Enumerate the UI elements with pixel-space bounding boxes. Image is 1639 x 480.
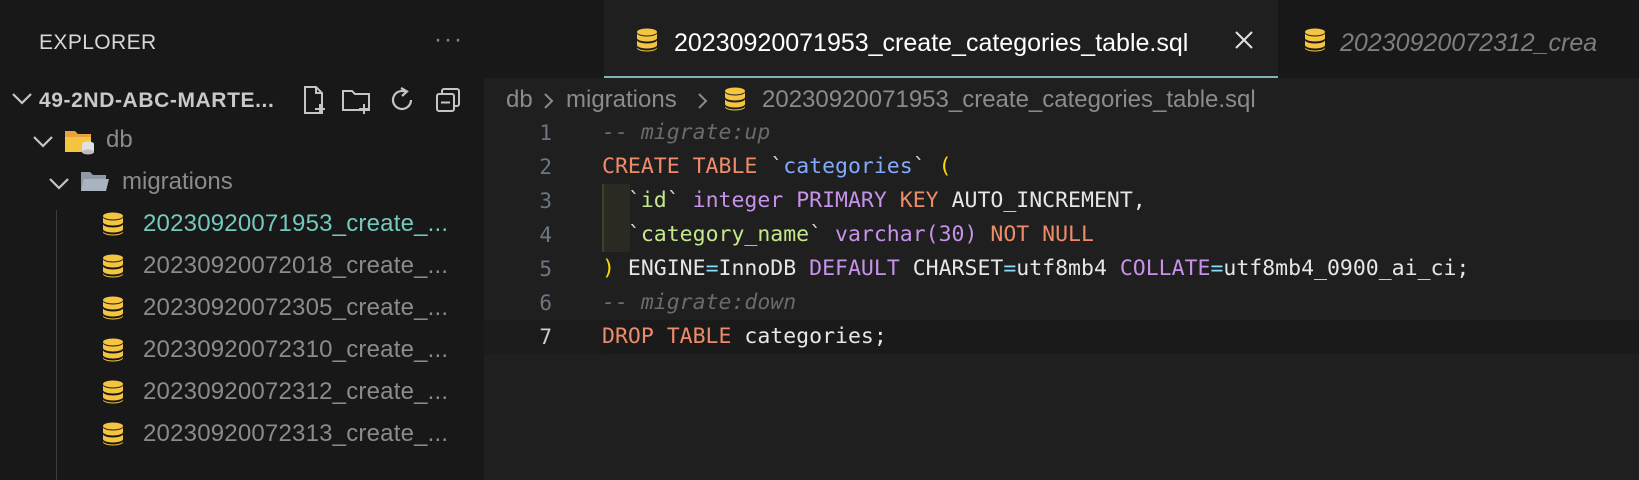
database-icon [103,212,123,236]
chevron-right-icon [544,93,554,109]
chevron-down-icon[interactable] [30,128,56,154]
tree-folder-label: db [106,126,133,153]
database-icon [1305,28,1325,52]
database-icon [103,254,123,278]
code-line[interactable]: 6 -- migrate:down [484,286,1639,320]
code-line[interactable]: 5 ) ENGINE=InnoDB DEFAULT CHARSET=utf8mb… [484,252,1639,286]
file-item[interactable]: 20230920072313_create_... [0,412,484,456]
file-label: 20230920072310_create_... [143,336,449,363]
tab-inactive-file[interactable]: 20230920072312_crea [1288,0,1639,78]
chevron-right-icon [698,93,708,109]
line-number: 6 [539,291,552,315]
file-item[interactable]: 20230920072018_create_... [0,244,484,288]
close-icon[interactable] [1232,28,1256,52]
workspace-root-row[interactable]: 49-2ND-ABC-MARTE... [0,78,484,122]
tree-folder-label: migrations [122,168,233,195]
file-label: 20230920072312_create_... [143,378,449,405]
editor-area: 20230920071953_create_categories_table.s… [484,0,1639,480]
code-text: `category_name` varchar(30) NOT NULL [627,222,1094,247]
new-file-icon[interactable] [298,84,330,116]
line-number: 4 [539,223,552,247]
file-item[interactable]: 20230920072310_create_... [0,328,484,372]
file-item[interactable]: 20230920071953_create_... [0,202,484,246]
code-line-current[interactable]: 7 DROP TABLE categories; [484,320,1639,354]
folder-open-icon [81,172,109,191]
code-line[interactable]: 3 `id` integer PRIMARY KEY AUTO_INCREMEN… [484,184,1639,218]
file-label: 20230920071953_create_... [143,210,449,237]
code-text: DROP TABLE categories; [602,324,887,349]
breadcrumb-item[interactable]: db [506,86,533,114]
code-text: -- migrate:up [602,120,771,145]
tab-active-file[interactable]: 20230920071953_create_categories_table.s… [604,0,1278,78]
file-label: 20230920072305_create_... [143,294,449,321]
file-item[interactable]: 20230920072305_create_... [0,286,484,330]
database-folder-icon [65,131,94,155]
breadcrumb: db migrations 20230920071953_create_cate… [484,78,1639,118]
database-icon [103,422,123,446]
database-icon [103,296,123,320]
breadcrumb-item[interactable]: migrations [566,86,677,114]
chevron-down-icon[interactable] [8,84,36,112]
line-number: 5 [539,257,552,281]
collapse-all-icon[interactable] [432,84,464,116]
more-actions-icon[interactable]: ··· [434,26,464,54]
explorer-sidebar: EXPLORER ··· 49-2ND-ABC-MARTE... db migr… [0,0,484,480]
line-number: 2 [539,155,552,179]
code-line[interactable]: 1 -- migrate:up [484,116,1639,150]
tree-folder-migrations[interactable]: migrations [0,160,484,204]
file-label: 20230920072313_create_... [143,420,449,447]
breadcrumb-item[interactable]: 20230920071953_create_categories_table.s… [762,86,1256,114]
code-text: `id` integer PRIMARY KEY AUTO_INCREMENT, [627,188,1146,213]
line-number: 3 [539,189,552,213]
tab-label: 20230920071953_create_categories_table.s… [674,29,1189,57]
code-text: -- migrate:down [602,290,797,315]
explorer-title: EXPLORER [39,31,157,54]
tree-folder-db[interactable]: db [0,118,484,162]
chevron-down-icon[interactable] [46,170,72,196]
code-line[interactable]: 2 CREATE TABLE `categories` ( [484,150,1639,184]
line-number: 7 [539,325,552,349]
code-text: ) ENGINE=InnoDB DEFAULT CHARSET=utf8mb4 … [602,256,1470,281]
database-icon [103,380,123,404]
file-label: 20230920072018_create_... [143,252,449,279]
line-number: 1 [539,121,552,145]
database-icon [103,338,123,362]
database-icon [725,87,745,111]
tab-label: 20230920072312_crea [1340,29,1598,57]
explorer-actions [304,84,478,116]
code-line[interactable]: 4 `category_name` varchar(30) NOT NULL [484,218,1639,252]
refresh-icon[interactable] [386,84,418,116]
tab-bar: 20230920071953_create_categories_table.s… [484,0,1639,78]
code-text: CREATE TABLE `categories` ( [602,154,952,179]
new-folder-icon[interactable] [340,84,372,116]
database-icon [637,28,657,52]
workspace-root-label: 49-2ND-ABC-MARTE... [39,89,275,112]
file-item[interactable]: 20230920072312_create_... [0,370,484,414]
